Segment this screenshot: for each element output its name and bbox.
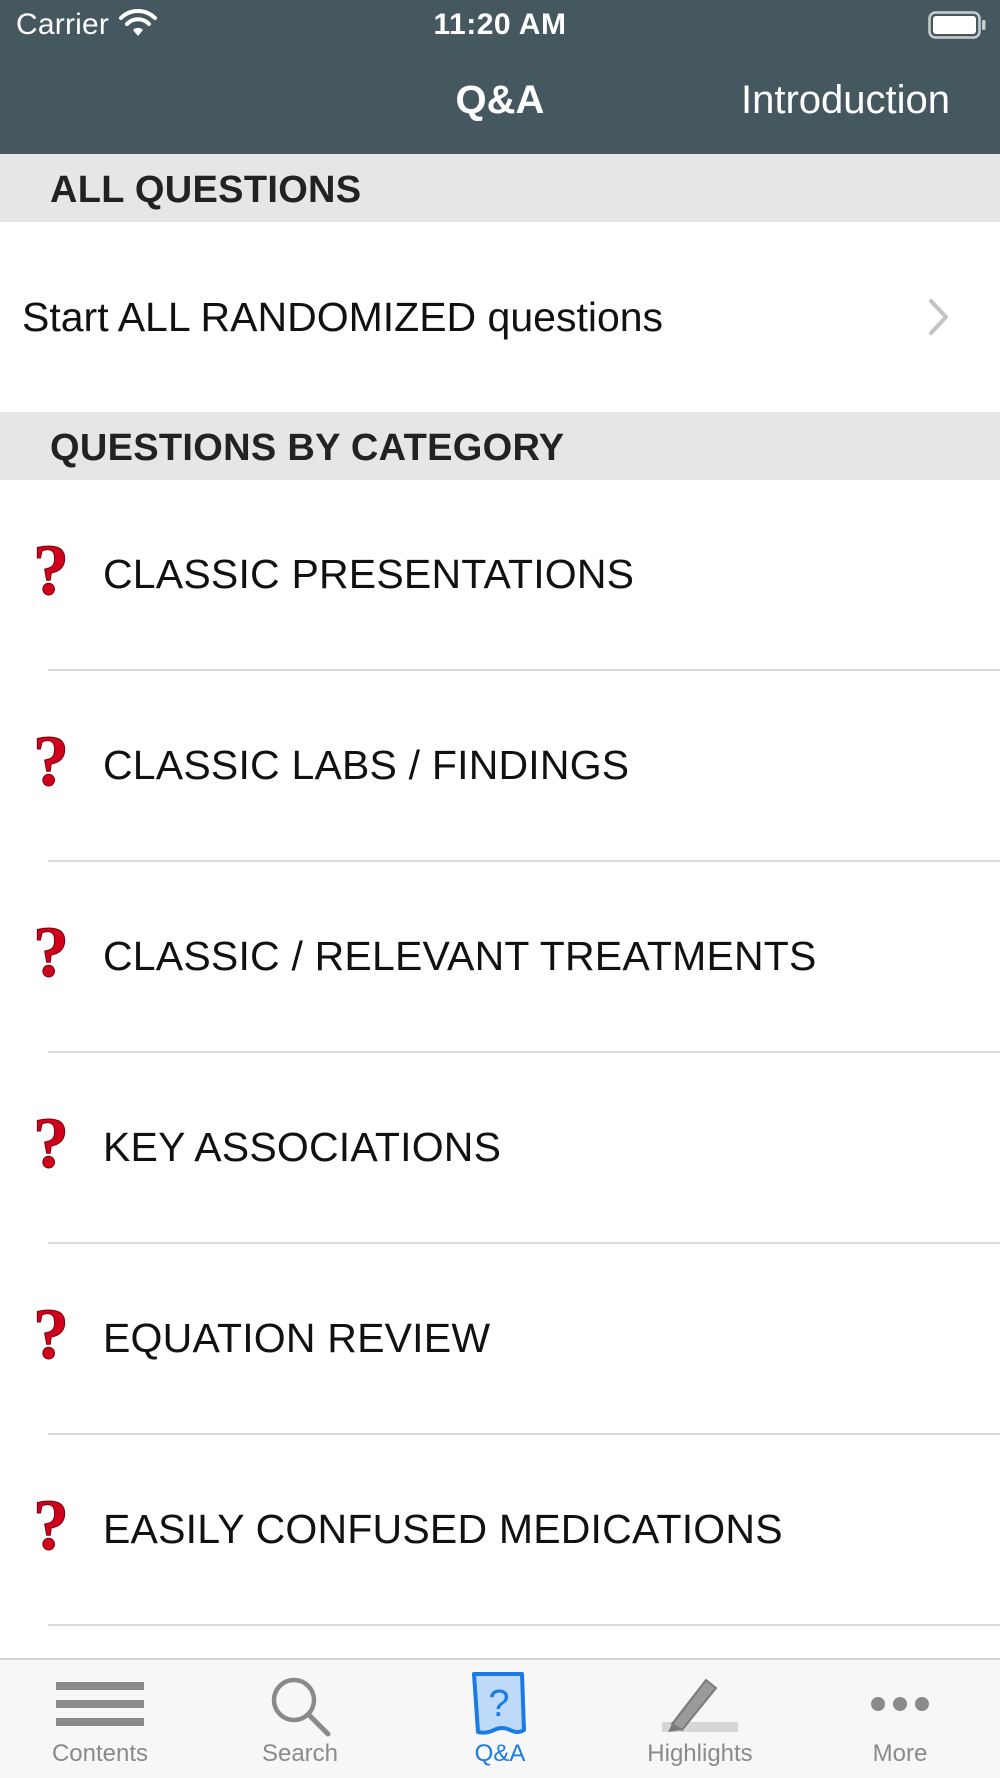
tab-bar: Contents Search ? Q&A Highlights More xyxy=(0,1658,1000,1778)
tab-more[interactable]: More xyxy=(800,1660,1000,1778)
status-bar: Carrier 11:20 AM xyxy=(0,0,1000,50)
tab-label: Search xyxy=(261,1740,339,1767)
highlighter-icon xyxy=(662,1678,738,1732)
category-label: CLASSIC PRESENTATIONS xyxy=(103,551,635,597)
start-randomized-row[interactable]: Start ALL RANDOMIZED questions xyxy=(0,222,1000,412)
category-row-equation-review[interactable]: ? EQUATION REVIEW xyxy=(0,1244,1000,1435)
question-mark-icon: ? xyxy=(33,1491,70,1561)
svg-text:?: ? xyxy=(33,1300,69,1370)
category-label: CLASSIC LABS / FINDINGS xyxy=(103,742,630,788)
question-mark-icon: ? xyxy=(33,727,70,797)
svg-text:?: ? xyxy=(33,1109,69,1179)
category-label: EQUATION REVIEW xyxy=(103,1315,491,1361)
more-dots-icon xyxy=(871,1697,929,1711)
tab-label: Highlights xyxy=(647,1740,753,1767)
search-icon xyxy=(271,1677,331,1737)
question-mark-icon: ? xyxy=(33,536,70,606)
question-page-icon: ? xyxy=(472,1672,526,1735)
category-row-classic-presentations[interactable]: ? CLASSIC PRESENTATIONS xyxy=(0,480,1000,671)
battery-icon xyxy=(928,11,986,39)
status-time: 11:20 AM xyxy=(433,8,567,41)
question-mark-icon: ? xyxy=(33,1109,70,1179)
question-mark-icon: ? xyxy=(33,1300,70,1370)
tab-contents[interactable]: Contents xyxy=(0,1660,200,1778)
tab-label: Q&A xyxy=(474,1740,526,1767)
tab-qa[interactable]: ? Q&A xyxy=(400,1660,600,1778)
introduction-button[interactable]: Introduction xyxy=(741,78,950,123)
svg-text:?: ? xyxy=(33,918,69,988)
svg-text:?: ? xyxy=(33,536,69,606)
category-label: KEY ASSOCIATIONS xyxy=(103,1124,502,1170)
list-icon xyxy=(56,1682,144,1726)
top-bar: Carrier 11:20 AM Q&A Introduction xyxy=(0,0,1000,154)
start-randomized-label: Start ALL RANDOMIZED questions xyxy=(22,294,664,340)
section-header-by-category: QUESTIONS BY CATEGORY xyxy=(0,412,1000,480)
tab-label: More xyxy=(872,1740,928,1767)
tab-label: Contents xyxy=(51,1740,149,1767)
svg-text:?: ? xyxy=(33,1491,69,1561)
section-header-all-questions: ALL QUESTIONS xyxy=(0,154,1000,222)
category-row-easily-confused-medications[interactable]: ? EASILY CONFUSED MEDICATIONS xyxy=(0,1435,1000,1626)
question-mark-icon: ? xyxy=(33,918,70,988)
section-header-label: QUESTIONS BY CATEGORY xyxy=(50,427,565,469)
tab-search[interactable]: Search xyxy=(200,1660,400,1778)
category-row-classic-relevant-treatments[interactable]: ? CLASSIC / RELEVANT TREATMENTS xyxy=(0,862,1000,1053)
svg-text:?: ? xyxy=(33,727,69,797)
category-row-classic-labs-findings[interactable]: ? CLASSIC LABS / FINDINGS xyxy=(0,671,1000,862)
svg-text:?: ? xyxy=(488,1683,509,1725)
category-row-key-associations[interactable]: ? KEY ASSOCIATIONS xyxy=(0,1053,1000,1244)
chevron-right-icon xyxy=(929,299,948,335)
section-header-label: ALL QUESTIONS xyxy=(50,169,362,211)
category-label: EASILY CONFUSED MEDICATIONS xyxy=(103,1506,783,1552)
tab-highlights[interactable]: Highlights xyxy=(600,1660,800,1778)
category-label: CLASSIC / RELEVANT TREATMENTS xyxy=(103,933,817,979)
row-divider xyxy=(48,1624,1000,1626)
